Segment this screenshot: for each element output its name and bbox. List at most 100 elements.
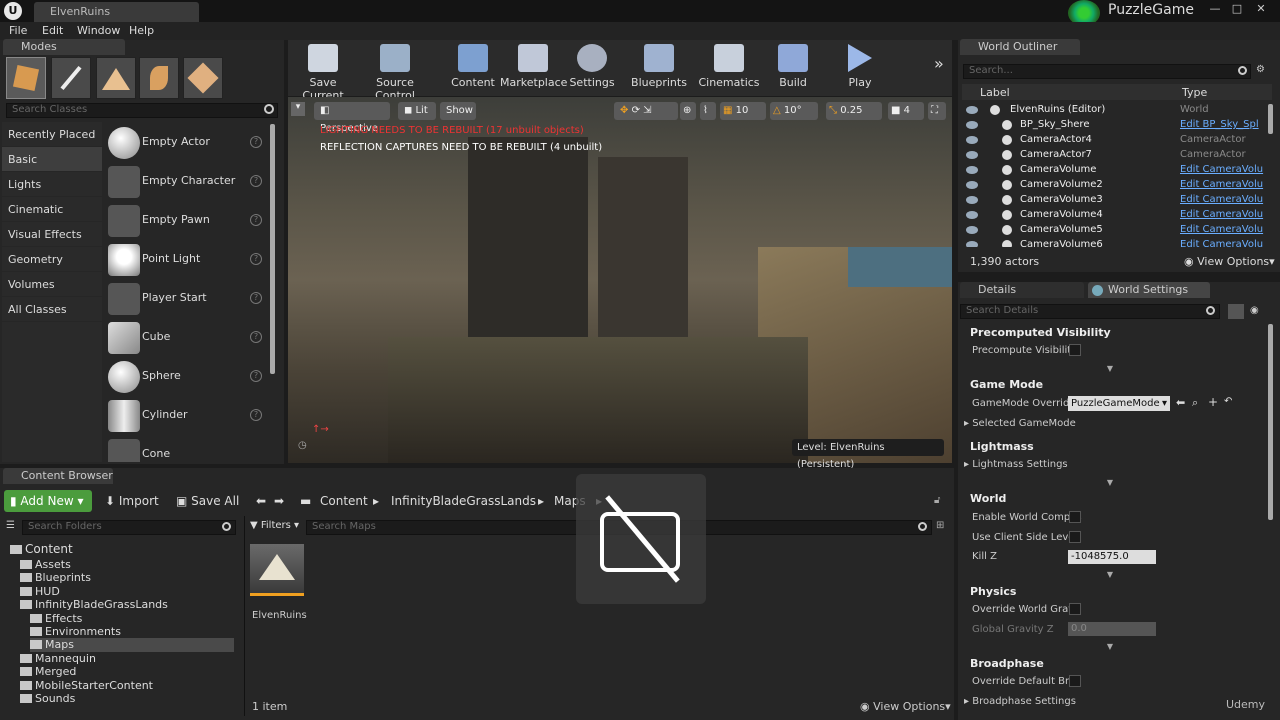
category-recently-placed[interactable]: Recently Placed <box>2 122 102 146</box>
help-icon[interactable]: ? <box>250 409 262 421</box>
modes-scrollbar[interactable] <box>270 124 275 374</box>
place-item-point-light[interactable]: Point Light? <box>106 241 266 279</box>
source-control-button[interactable]: Source Control <box>362 42 428 102</box>
outliner-scrollbar[interactable] <box>1268 104 1273 134</box>
override-world-gravity-checkbox[interactable] <box>1069 603 1081 615</box>
section-game-mode[interactable]: Game Mode <box>958 376 1268 394</box>
col-type-header[interactable]: Type <box>1182 86 1207 99</box>
place-item-cylinder[interactable]: Cylinder? <box>106 397 266 435</box>
save-current-button[interactable]: Save Current <box>290 42 356 102</box>
outliner-search-input[interactable]: Search... <box>963 64 1251 79</box>
outliner-row[interactable]: CameraVolume2 Edit CameraVolu <box>962 178 1272 193</box>
folder-item[interactable]: Mannequin <box>20 652 96 666</box>
gamemode-override-select[interactable]: PuzzleGameMode ▾ <box>1068 396 1170 411</box>
visibility-eye-icon[interactable] <box>966 121 978 129</box>
category-basic[interactable]: Basic <box>2 147 102 171</box>
folder-item[interactable]: Maps <box>30 638 234 653</box>
add-new-button[interactable]: ▮ Add New ▾ <box>4 490 92 512</box>
visibility-eye-icon[interactable] <box>966 211 978 219</box>
toggle-sources-icon[interactable]: ☰ <box>6 520 15 531</box>
place-mode-icon[interactable] <box>6 57 46 99</box>
cinematics-button[interactable]: Cinematics <box>696 42 762 92</box>
help-icon[interactable]: ? <box>250 136 262 148</box>
place-item-cone[interactable]: Cone <box>106 436 266 462</box>
section-lightmass[interactable]: Lightmass <box>958 438 1268 456</box>
world-settings-tab[interactable]: World Settings <box>1088 282 1210 298</box>
property-matrix-icon[interactable] <box>1228 304 1244 319</box>
folder-item[interactable]: Effects <box>30 612 82 626</box>
category-visual-effects[interactable]: Visual Effects <box>2 222 102 246</box>
details-search-input[interactable]: Search Details <box>960 304 1220 319</box>
content-view-options[interactable]: ◉ View Options▾ <box>860 700 951 713</box>
section-precomputed-visibility[interactable]: Precomputed Visibility <box>958 324 1268 342</box>
visibility-eye-icon[interactable] <box>966 166 978 174</box>
prop-selected-gamemode[interactable]: ▸ Selected GameMode <box>964 418 1076 429</box>
section-physics[interactable]: Physics <box>958 583 1268 601</box>
blueprints-button[interactable]: Blueprints <box>626 42 692 92</box>
folder-item[interactable]: Sounds <box>20 692 75 706</box>
foliage-mode-icon[interactable] <box>139 57 179 99</box>
surface-snap-icon[interactable]: ⌇ <box>700 102 716 120</box>
paint-mode-icon[interactable] <box>51 57 91 99</box>
save-search-icon[interactable]: ⊞ <box>936 520 944 531</box>
use-client-side-level-checkbox[interactable] <box>1069 531 1081 543</box>
help-icon[interactable]: ? <box>250 370 262 382</box>
lock-icon[interactable]: 🔓︎ <box>934 495 940 506</box>
reset-icon[interactable]: ↶ <box>1224 396 1232 407</box>
toolbar-overflow-icon[interactable]: » <box>934 54 944 73</box>
show-button[interactable]: Show <box>440 102 476 120</box>
help-icon[interactable]: ? <box>250 214 262 226</box>
add-icon[interactable]: + <box>1208 395 1218 409</box>
elvenruins-asset-thumbnail[interactable] <box>250 544 304 596</box>
place-item-empty-pawn[interactable]: Empty Pawn? <box>106 202 266 240</box>
minimize-icon[interactable]: — <box>1206 2 1224 16</box>
save-all-button[interactable]: ▣ Save All <box>176 491 239 511</box>
outliner-row[interactable]: CameraVolume3 Edit CameraVolu <box>962 193 1272 208</box>
folder-item[interactable]: Blueprints <box>20 571 91 585</box>
outliner-settings-icon[interactable]: ⚙ <box>1256 64 1265 75</box>
category-volumes[interactable]: Volumes <box>2 272 102 296</box>
maximize-icon[interactable]: □ <box>1228 2 1246 16</box>
outliner-row[interactable]: ElvenRuins (Editor) World <box>962 103 1272 118</box>
folder-item[interactable]: HUD <box>20 585 60 599</box>
geometry-mode-icon[interactable] <box>183 57 223 99</box>
visibility-eye-icon[interactable] <box>966 106 978 114</box>
scale-snap-button[interactable]: ⤡ 0.25 <box>826 102 882 120</box>
play-button[interactable]: Play <box>834 42 886 92</box>
place-item-player-start[interactable]: Player Start? <box>106 280 266 318</box>
override-broadphase-checkbox[interactable] <box>1069 675 1081 687</box>
outliner-row[interactable]: BP_Sky_Shere Edit BP_Sky_Spl <box>962 118 1272 133</box>
expand-arrow-icon[interactable]: ▼ <box>1104 570 1116 579</box>
breadcrumb-infinityblade[interactable]: InfinityBladeGrassLands <box>391 491 536 511</box>
marketplace-button[interactable]: Marketplace <box>500 42 567 92</box>
folder-item[interactable]: Environments <box>30 625 121 639</box>
section-world[interactable]: World <box>958 490 1268 508</box>
place-item-cube[interactable]: Cube? <box>106 319 266 357</box>
visibility-eye-icon[interactable] <box>966 136 978 144</box>
content-browser-tab[interactable]: Content Browser <box>3 468 113 484</box>
category-cinematic[interactable]: Cinematic <box>2 197 102 221</box>
arrow-left-icon[interactable]: ⬅ <box>1176 396 1185 409</box>
help-icon[interactable]: ? <box>250 331 262 343</box>
visibility-eye-icon[interactable] <box>966 151 978 159</box>
enable-world-composition-checkbox[interactable] <box>1069 511 1081 523</box>
category-all-classes[interactable]: All Classes <box>2 297 102 321</box>
content-button[interactable]: Content <box>446 42 500 92</box>
import-button[interactable]: ⬇ Import <box>105 491 159 511</box>
menu-file[interactable]: File <box>9 22 27 40</box>
folder-item[interactable]: Assets <box>20 558 71 572</box>
details-tab[interactable]: Details <box>960 282 1084 298</box>
place-item-sphere[interactable]: Sphere? <box>106 358 266 396</box>
modes-tab[interactable]: Modes <box>3 39 125 55</box>
menu-window[interactable]: Window <box>77 22 120 40</box>
folder-item[interactable]: InfinityBladeGrassLands <box>20 598 168 612</box>
menu-edit[interactable]: Edit <box>42 22 63 40</box>
outliner-row[interactable]: CameraVolume6 Edit CameraVolu <box>962 238 1272 247</box>
kill-z-input[interactable]: -1048575.0 <box>1068 550 1156 564</box>
close-icon[interactable]: ✕ <box>1252 2 1270 16</box>
details-scrollbar[interactable] <box>1268 324 1273 520</box>
landscape-mode-icon[interactable] <box>96 57 136 99</box>
help-icon[interactable]: ? <box>250 253 262 265</box>
transform-tools[interactable]: ✥ ⟳ ⇲ <box>614 102 678 120</box>
rotation-snap-button[interactable]: △ 10° <box>770 102 818 120</box>
